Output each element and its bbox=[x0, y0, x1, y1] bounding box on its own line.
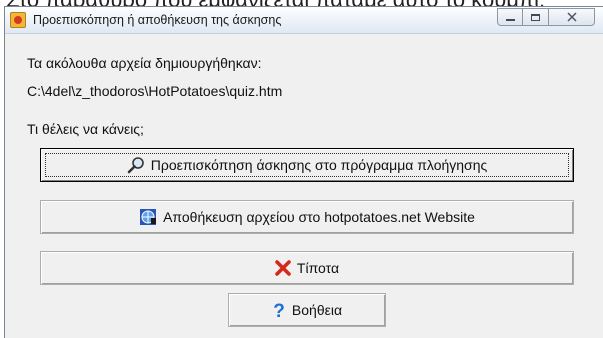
upload-button[interactable]: Αποθήκευση αρχείου στο hotpotatoes.net W… bbox=[40, 200, 574, 234]
question-label: Τι θέλεις να κάνεις; bbox=[27, 121, 144, 137]
minimize-button[interactable] bbox=[497, 8, 523, 26]
magnifier-icon bbox=[127, 156, 145, 174]
minimize-icon bbox=[505, 19, 515, 21]
preview-button-label: Προεπισκόπηση άσκησης στο πρόγραμμα πλοή… bbox=[150, 157, 488, 173]
help-button[interactable]: ? Βοήθεια bbox=[228, 293, 386, 327]
maximize-icon bbox=[531, 13, 540, 21]
upload-button-label: Αποθήκευση αρχείου στο hotpotatoes.net W… bbox=[163, 209, 475, 225]
caption-buttons bbox=[497, 8, 595, 26]
app-icon bbox=[10, 12, 26, 28]
dialog-window: Προεπισκόπηση ή αποθήκευση της άσκησης Τ… bbox=[4, 6, 603, 338]
window-title: Προεπισκόπηση ή αποθήκευση της άσκησης bbox=[33, 13, 282, 27]
file-path: C:\4del\z_thodoros\HotPotatoes\quiz.htm bbox=[27, 83, 283, 99]
help-button-label: Βοήθεια bbox=[291, 302, 343, 318]
red-x-icon bbox=[275, 260, 291, 276]
nothing-button-label: Τίποτα bbox=[296, 260, 340, 276]
svg-text:?: ? bbox=[273, 301, 285, 319]
question-mark-icon: ? bbox=[272, 301, 286, 319]
nothing-button[interactable]: Τίποτα bbox=[40, 251, 574, 285]
close-button[interactable] bbox=[549, 8, 595, 26]
files-created-label: Τα ακόλουθα αρχεία δημιουργήθηκαν: bbox=[27, 55, 262, 71]
preview-button[interactable]: Προεπισκόπηση άσκησης στο πρόγραμμα πλοή… bbox=[40, 148, 574, 182]
title-bar[interactable]: Προεπισκόπηση ή αποθήκευση της άσκησης bbox=[5, 7, 603, 34]
close-icon bbox=[566, 12, 577, 22]
maximize-button[interactable] bbox=[523, 8, 549, 26]
network-globe-icon bbox=[139, 208, 157, 226]
